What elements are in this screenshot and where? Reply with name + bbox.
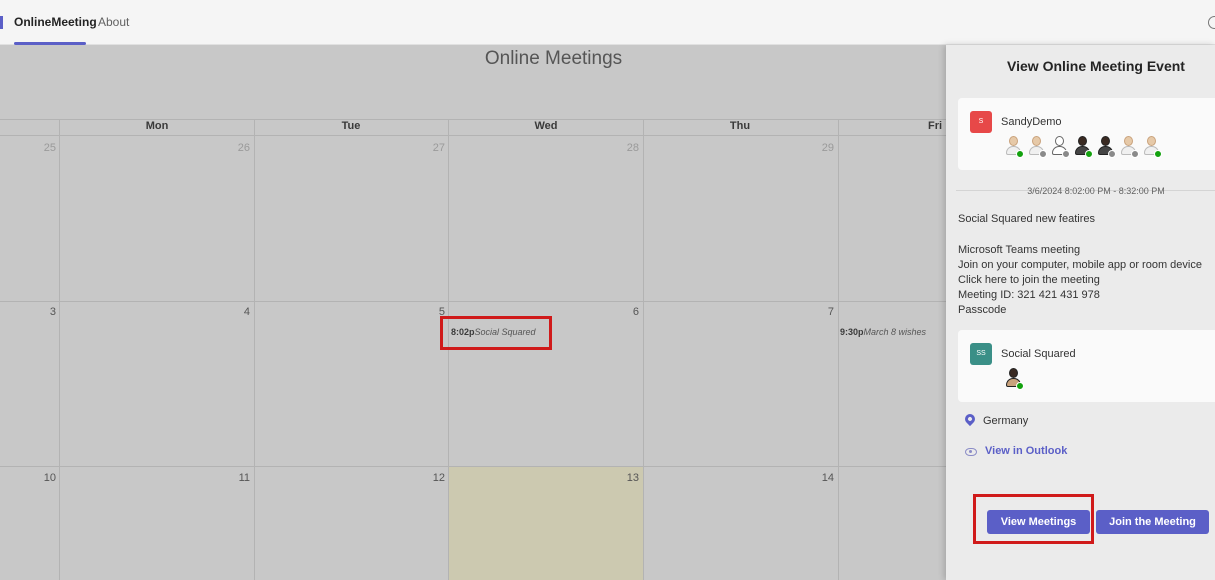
event-description-line: Microsoft Teams meeting (958, 244, 1081, 256)
day-number: 4 (243, 306, 250, 318)
day-header-thu: Thu (729, 120, 751, 132)
team-card: SS Social Squared (958, 330, 1215, 402)
day-number: 14 (821, 472, 834, 484)
attendee-avatar[interactable] (1027, 136, 1047, 158)
grid-line (254, 119, 255, 580)
event-description-line: Social Squared new featires (958, 213, 1095, 225)
day-number: 28 (626, 142, 639, 154)
day-header-tue: Tue (341, 120, 361, 132)
status-available-icon (1016, 382, 1024, 390)
event-title: March 8 wishes (863, 327, 927, 337)
event-description-line: Meeting ID: 321 421 431 978 (958, 289, 1100, 301)
day-number: 25 (43, 142, 56, 154)
join-the-meeting-button[interactable]: Join the Meeting (1096, 510, 1209, 534)
day-number: 27 (432, 142, 445, 154)
attendee-avatar[interactable] (1004, 368, 1024, 390)
event-datetime: 3/6/2024 8:02:00 PM - 8:32:00 PM (1027, 186, 1165, 196)
attendee-avatar[interactable] (1004, 136, 1024, 158)
more-options-icon[interactable] (1208, 16, 1215, 29)
event-description-line: Join on your computer, mobile app or roo… (958, 259, 1202, 271)
status-offline-icon (1039, 150, 1047, 158)
status-available-icon (1085, 150, 1093, 158)
view-meetings-button[interactable]: View Meetings (987, 510, 1090, 534)
event-location: Germany (983, 415, 1029, 427)
tab-about[interactable]: About (98, 15, 129, 29)
status-available-icon (1154, 150, 1162, 158)
organizer-name: SandyDemo (1001, 116, 1062, 128)
calendar-title: Online Meetings (484, 48, 623, 69)
attendee-avatar[interactable] (1142, 136, 1162, 158)
team-member-avatars (1004, 368, 1024, 390)
grid-line (643, 119, 644, 580)
day-number: 10 (43, 472, 56, 484)
app-edge-marker (0, 16, 3, 29)
panel-title: View Online Meeting Event (1007, 58, 1185, 74)
attendee-avatars (1004, 136, 1162, 158)
top-bar: OnlineMeeting About (0, 0, 1215, 45)
day-number: 5 (438, 306, 445, 318)
day-number: 29 (821, 142, 834, 154)
status-offline-icon (1108, 150, 1116, 158)
event-description-line: Passcode (958, 304, 1007, 316)
location-pin-icon (962, 411, 978, 427)
day-number: 6 (632, 306, 639, 318)
attendee-avatar[interactable] (1050, 136, 1070, 158)
team-name: Social Squared (1001, 348, 1076, 360)
team-avatar: SS (970, 343, 992, 365)
tab-onlinemeeting[interactable]: OnlineMeeting (14, 15, 97, 29)
day-number: 12 (432, 472, 445, 484)
day-header-mon: Mon (145, 120, 169, 132)
day-header-wed: Wed (534, 120, 558, 132)
status-available-icon (1016, 150, 1024, 158)
day-number: 11 (238, 472, 250, 484)
grid-line (59, 119, 60, 580)
organizer-avatar: S (970, 111, 992, 133)
grid-line (0, 466, 946, 467)
day-number: 26 (237, 142, 250, 154)
highlight-box (440, 316, 552, 350)
eye-icon (965, 448, 977, 456)
day-number: 3 (49, 306, 56, 318)
calendar-event-march-8-wishes[interactable]: 9:30pMarch 8 wishes (840, 327, 926, 337)
join-meeting-text-link[interactable]: Click here to join the meeting (958, 273, 1100, 288)
day-number: 7 (827, 306, 834, 318)
event-time: 9:30p (840, 327, 864, 337)
view-in-outlook-link[interactable]: View in Outlook (985, 445, 1067, 457)
grid-line (838, 119, 839, 580)
attendee-avatar[interactable] (1119, 136, 1139, 158)
active-tab-indicator (14, 42, 86, 45)
attendee-avatar[interactable] (1096, 136, 1116, 158)
day-number: 13 (626, 472, 639, 484)
attendee-avatar[interactable] (1073, 136, 1093, 158)
grid-line (0, 301, 946, 302)
organizer-card: S SandyDemo (958, 98, 1215, 170)
event-details-panel: View Online Meeting Event S SandyDemo 3/… (946, 45, 1215, 580)
status-offline-icon (1062, 150, 1070, 158)
status-offline-icon (1131, 150, 1139, 158)
